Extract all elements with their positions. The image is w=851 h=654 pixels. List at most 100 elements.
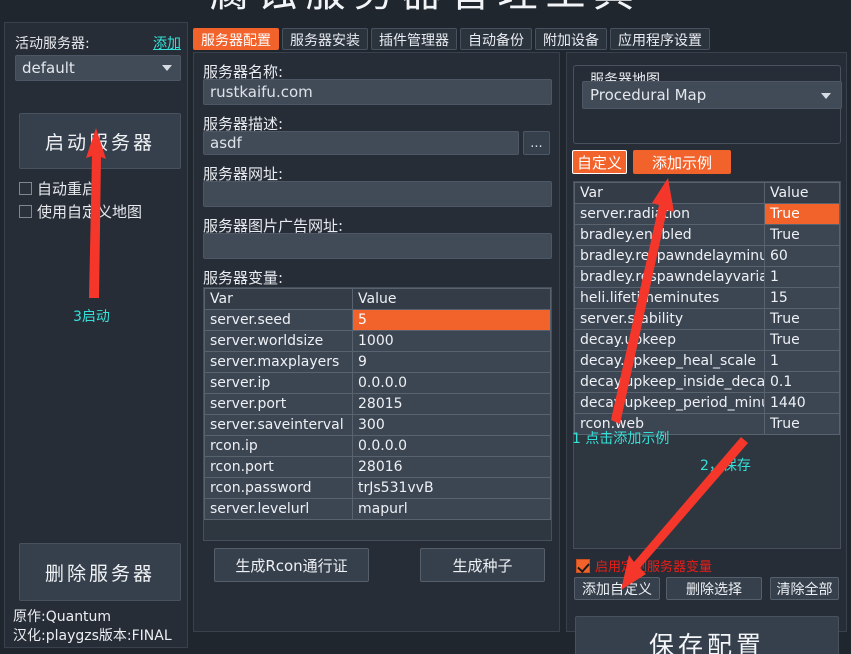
table-row[interactable]: bradley.enabled True [574, 224, 840, 246]
custom-variables-value-cell[interactable]: 1440 [764, 392, 840, 414]
table-row[interactable]: decay.upkeep True [574, 329, 840, 351]
server-variables-var-cell[interactable]: rcon.password [204, 477, 353, 499]
custom-variables-value-cell[interactable]: True [764, 413, 840, 435]
custom-map-button[interactable]: 自定义 [572, 150, 627, 174]
server-variables-var-cell[interactable]: rcon.port [204, 456, 353, 478]
table-row[interactable]: server.saveinterval 300 [204, 414, 551, 436]
table-row[interactable]: server.radiation True [574, 203, 840, 225]
table-row[interactable]: server.worldsize 1000 [204, 330, 551, 352]
server-variables-var-cell[interactable]: server.seed [204, 309, 353, 331]
generate-rcon-password-button[interactable]: 生成Rcon通行证 [214, 548, 369, 582]
server-variables-var-cell[interactable]: server.worldsize [204, 330, 353, 352]
server-variables-value-cell[interactable]: 0.0.0.0 [352, 372, 551, 394]
save-config-button[interactable]: 保存配置 [575, 616, 839, 654]
custom-variables-var-cell[interactable]: decay.upkeep [574, 329, 765, 351]
table-row[interactable]: server.maxplayers 9 [204, 351, 551, 373]
server-variables-value-cell[interactable]: 300 [352, 414, 551, 436]
delete-selected-button[interactable]: 删除选择 [666, 577, 762, 600]
delete-server-button[interactable]: 删除服务器 [19, 543, 181, 601]
enable-custom-vars-label: 启用定制服务器变量 [595, 560, 713, 575]
server-variables-var-cell[interactable]: rcon.ip [204, 435, 353, 457]
custom-variables-var-cell[interactable]: server.stability [574, 308, 765, 330]
table-row[interactable]: server.seed 5 [204, 309, 551, 331]
server-variables-column-header[interactable]: Value [352, 288, 551, 310]
server-variables-var-cell[interactable]: server.ip [204, 372, 353, 394]
table-row[interactable]: decay.upkeep_period_minutes1440 [574, 392, 840, 414]
custom-variables-column-header[interactable]: Var [574, 182, 765, 204]
table-row[interactable]: server.levelurl mapurl [204, 498, 551, 520]
tab-4[interactable]: 附加设备 [535, 28, 607, 50]
custom-variables-value-cell[interactable]: 1 [764, 266, 840, 288]
active-server-label: 活动服务器: [15, 36, 90, 52]
custom-variables-value-cell[interactable]: 1 [764, 350, 840, 372]
custom-variables-var-cell[interactable]: heli.lifetimeminutes [574, 287, 765, 309]
server-variables-table[interactable]: Var Value server.seed 5 server.worldsize 100… [203, 287, 552, 541]
server-name-input[interactable] [203, 79, 552, 105]
custom-variables-var-cell[interactable]: decay.upkeep_inside_decay_scale [574, 371, 765, 393]
server-variables-var-cell[interactable]: server.levelurl [204, 498, 353, 520]
server-variables-value-cell[interactable]: mapurl [352, 498, 551, 520]
add-custom-button[interactable]: 添加自定义 [574, 577, 660, 600]
custom-variables-var-cell[interactable]: bradley.enabled [574, 224, 765, 246]
server-variables-var-cell[interactable]: server.maxplayers [204, 351, 353, 373]
table-row[interactable]: rcon.port 28016 [204, 456, 551, 478]
credits-author: 原作:Quantum [13, 609, 112, 625]
active-server-select[interactable]: default [15, 55, 181, 81]
server-variables-value-cell[interactable]: trJs531vvB [352, 477, 551, 499]
clear-all-button[interactable]: 清除全部 [770, 577, 839, 600]
server-description-input[interactable] [203, 131, 519, 155]
server-url-input[interactable] [203, 181, 552, 207]
generate-seed-button[interactable]: 生成种子 [420, 548, 545, 582]
use-custom-map-checkbox[interactable]: 使用自定义地图 [19, 201, 142, 223]
server-variables-value-cell[interactable]: 28016 [352, 456, 551, 478]
server-variables-var-cell[interactable]: server.saveinterval [204, 414, 353, 436]
custom-variables-var-cell[interactable]: bradley.respawndelayminutes [574, 245, 765, 267]
table-row[interactable]: server.ip 0.0.0.0 [204, 372, 551, 394]
server-variables-value-cell[interactable]: 28015 [352, 393, 551, 415]
auto-restart-checkbox[interactable]: 自动重启 [19, 178, 97, 200]
custom-variables-value-cell[interactable]: True [764, 224, 840, 246]
table-row[interactable]: heli.lifetimeminutes 15 [574, 287, 840, 309]
server-variables-column-header[interactable]: Var [204, 288, 353, 310]
table-row[interactable]: server.port 28015 [204, 393, 551, 415]
browse-description-button[interactable]: ... [523, 131, 550, 155]
tab-1[interactable]: 服务器安装 [282, 28, 368, 50]
table-row[interactable]: rcon.ip 0.0.0.0 [204, 435, 551, 457]
custom-variables-value-cell[interactable]: True [764, 329, 840, 351]
custom-variables-column-header[interactable]: Value [764, 182, 840, 204]
add-example-button[interactable]: 添加示例 [633, 150, 731, 174]
custom-variables-var-cell[interactable]: bradley.respawndelayvariance [574, 266, 765, 288]
tab-0[interactable]: 服务器配置 [193, 28, 279, 50]
server-variables-value-cell[interactable]: 0.0.0.0 [352, 435, 551, 457]
custom-variables-var-cell[interactable]: decay.upkeep_period_minutes [574, 392, 765, 414]
map-select[interactable]: Procedural Map [582, 81, 842, 109]
table-row[interactable]: bradley.respawndelayvariance1 [574, 266, 840, 288]
table-row[interactable]: decay.upkeep_heal_scale 1 [574, 350, 840, 372]
custom-variables-table[interactable]: Var Value server.radiation True bradley.ena… [573, 181, 841, 549]
custom-variables-value-cell[interactable]: True [764, 308, 840, 330]
annotation-start: 3启动 [73, 309, 110, 325]
tab-label: 服务器安装 [290, 32, 360, 49]
server-variables-value-cell[interactable]: 5 [352, 309, 551, 331]
checkbox-icon [19, 182, 32, 195]
custom-variables-value-cell[interactable]: True [764, 203, 840, 225]
custom-variables-var-cell[interactable]: decay.upkeep_heal_scale [574, 350, 765, 372]
tab-5[interactable]: 应用程序设置 [610, 28, 710, 50]
table-row[interactable]: bradley.respawndelayminutes60 [574, 245, 840, 267]
custom-variables-value-cell[interactable]: 0.1 [764, 371, 840, 393]
tab-3[interactable]: 自动备份 [460, 28, 532, 50]
custom-variables-value-cell[interactable]: 15 [764, 287, 840, 309]
server-variables-value-cell[interactable]: 9 [352, 351, 551, 373]
server-variables-value-cell[interactable]: 1000 [352, 330, 551, 352]
add-server-link[interactable]: 添加 [153, 33, 181, 53]
enable-custom-vars-checkbox[interactable]: 启用定制服务器变量 [576, 556, 712, 575]
start-server-button[interactable]: 启动服务器 [19, 113, 181, 169]
tab-2[interactable]: 插件管理器 [371, 28, 457, 50]
table-row[interactable]: server.stability True [574, 308, 840, 330]
server-variables-var-cell[interactable]: server.port [204, 393, 353, 415]
table-row[interactable]: decay.upkeep_inside_decay_scale0.1 [574, 371, 840, 393]
custom-variables-value-cell[interactable]: 60 [764, 245, 840, 267]
table-row[interactable]: rcon.password trJs531vvB [204, 477, 551, 499]
server-header-image-url-input[interactable] [203, 233, 552, 259]
custom-variables-var-cell[interactable]: server.radiation [574, 203, 765, 225]
